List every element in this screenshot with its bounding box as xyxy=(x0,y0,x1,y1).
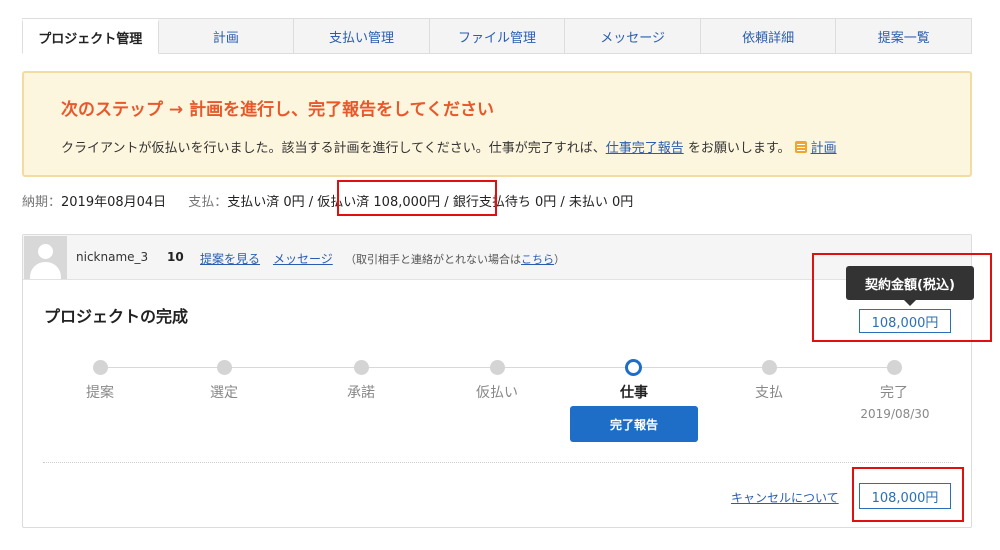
step-dot-complete xyxy=(887,360,902,375)
escrow-highlight-box xyxy=(337,180,497,216)
step-label-work: 仕事 xyxy=(620,385,648,401)
tab-file-management[interactable]: ファイル管理 xyxy=(429,19,566,53)
tab-request-details[interactable]: 依頼詳細 xyxy=(700,19,837,53)
next-step-notice: 次のステップ → 計画を進行し、完了報告をしてください クライアントが仮払いを行… xyxy=(22,71,972,177)
deadline-value: 2019年08月04日 xyxy=(61,195,167,210)
contact-note: （取引相手と連絡がとれない場合はこちら） xyxy=(345,251,565,267)
divider xyxy=(43,462,953,463)
contact-here-link[interactable]: こちら xyxy=(521,253,554,266)
paid-amount: 支払い済 0円 / xyxy=(227,195,314,210)
avatar xyxy=(24,236,67,279)
notice-text-before: クライアントが仮払いを行いました。該当する計画を進行してください。仕事が完了すれ… xyxy=(61,141,606,156)
step-label-complete: 完了 xyxy=(880,385,908,401)
step-dot-escrow xyxy=(490,360,505,375)
step-label-acceptance: 承諾 xyxy=(347,385,375,401)
step-dot-work xyxy=(625,359,642,376)
contact-note-before: （取引相手と連絡がとれない場合は xyxy=(345,253,521,266)
plan-link[interactable]: 計画 xyxy=(811,141,837,156)
step-label-escrow: 仮払い xyxy=(476,385,518,401)
deadline-label: 納期： xyxy=(22,195,62,210)
project-title: プロジェクトの完成 xyxy=(44,307,189,326)
step-label-selection: 選定 xyxy=(210,385,238,401)
notice-text-after: をお願いします。 xyxy=(687,141,791,156)
payment-label: 支払： xyxy=(188,195,228,210)
tab-messages[interactable]: メッセージ xyxy=(565,19,701,53)
tab-plan[interactable]: 計画 xyxy=(158,19,295,53)
tab-payment-management[interactable]: 支払い管理 xyxy=(294,19,430,53)
work-complete-report-link[interactable]: 仕事完了報告 xyxy=(606,141,684,156)
user-score: 10 xyxy=(167,250,184,264)
step-dot-selection xyxy=(217,360,232,375)
tab-proposal-list[interactable]: 提案一覧 xyxy=(836,19,973,53)
unpaid-amount: 未払い 0円 xyxy=(568,195,634,210)
tab-project-management[interactable]: プロジェクト管理 xyxy=(22,19,159,54)
bottom-amount-highlight-box xyxy=(852,467,964,522)
notice-title: 次のステップ → 計画を進行し、完了報告をしてください xyxy=(61,100,495,120)
view-proposal-link[interactable]: 提案を見る xyxy=(200,250,260,267)
complete-date: 2019/08/30 xyxy=(860,407,930,421)
tab-bar: プロジェクト管理 計画 支払い管理 ファイル管理 メッセージ 依頼詳細 提案一覧 xyxy=(22,18,973,54)
step-dot-payment xyxy=(762,360,777,375)
step-dot-acceptance xyxy=(354,360,369,375)
step-dot-proposal xyxy=(93,360,108,375)
step-label-payment: 支払 xyxy=(755,385,783,401)
step-label-proposal: 提案 xyxy=(86,385,114,401)
plan-icon xyxy=(794,141,807,153)
cancellation-info-link[interactable]: キャンセルについて xyxy=(731,489,839,506)
complete-report-button[interactable]: 完了報告 xyxy=(570,406,698,442)
message-link[interactable]: メッセージ xyxy=(273,250,333,267)
payment-status-line: 納期：2019年08月04日 支払：支払い済 0円 / 仮払い済 108,000円… xyxy=(22,191,633,210)
contract-amount-highlight-box xyxy=(812,253,992,342)
contact-note-after: ） xyxy=(554,253,565,266)
notice-text: クライアントが仮払いを行いました。該当する計画を進行してください。仕事が完了すれ… xyxy=(61,137,837,156)
nickname: nickname_3 xyxy=(76,250,149,264)
